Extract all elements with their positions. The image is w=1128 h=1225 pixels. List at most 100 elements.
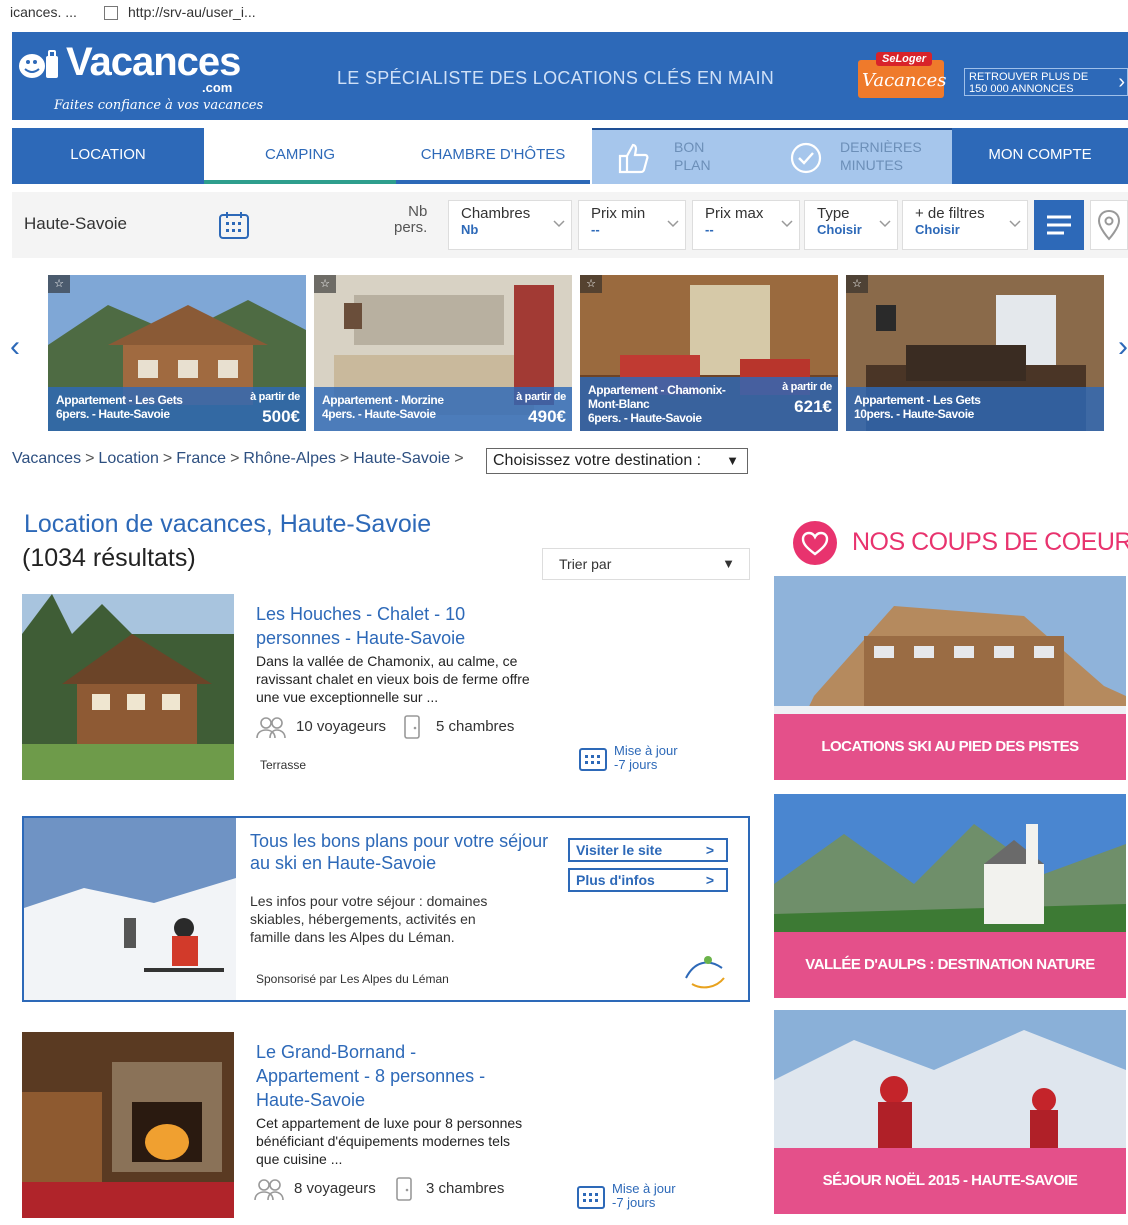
result-title-line: Haute-Savoie — [256, 1090, 366, 1110]
carousel-title-line: 10pers. - Haute-Savoie — [854, 407, 974, 421]
dropdown-arrow-icon: ▼ — [722, 556, 735, 571]
visit-site-button[interactable]: Visiter le site > — [568, 838, 728, 862]
favorite-star-icon[interactable]: ☆ — [580, 275, 602, 293]
tab-chambre-hotes[interactable]: CHAMBRE D'HÔTES — [396, 128, 590, 184]
result-title-line: Les Houches - Chalet - 10 — [256, 604, 466, 624]
badge-top: SeLoger — [876, 52, 933, 66]
header-slogan: LE SPÉCIALISTE DES LOCATIONS CLÉS EN MAI… — [337, 68, 775, 88]
sort-label: Trier par — [559, 556, 612, 572]
destination-select[interactable]: Choisissez votre destination : ▼ — [486, 448, 748, 474]
more-info-button[interactable]: Plus d'infos > — [568, 868, 728, 892]
carousel-card[interactable]: ☆ Appartement - Morzine 4pers. - Haute-Sa… — [314, 275, 572, 431]
update-info: Mise à jour -7 jours — [614, 744, 678, 772]
browser-tab-title[interactable]: icances. ... — [10, 4, 77, 20]
promo-label: LOCATIONS SKI AU PIED DES PISTES — [774, 714, 1126, 780]
filter-prix-max[interactable]: Prix max -- — [692, 200, 800, 250]
breadcrumb-france[interactable]: France — [176, 450, 226, 467]
more-listings-link[interactable]: RETROUVER PLUS DE 150 000 ANNONCES › — [964, 68, 1128, 96]
result-card[interactable]: Les Houches - Chalet - 10 personnes - Ha… — [22, 594, 752, 784]
travelers-count: 10 voyageurs — [296, 718, 387, 735]
result-title-line: Le Grand-Bornand - — [256, 1042, 417, 1062]
calendar-icon — [577, 1186, 605, 1209]
tab-dernieres-minutes[interactable]: DERNIÈRES MINUTES — [770, 128, 952, 184]
update-line: Mise à jour — [614, 743, 678, 758]
result-title[interactable]: Les Houches - Chalet - 10 personnes - Ha… — [256, 602, 465, 650]
more-info-label: Plus d'infos — [576, 872, 655, 888]
seloger-badge[interactable]: SeLoger Vacances — [858, 52, 946, 98]
browser-url[interactable]: http://srv-au/user_i... — [128, 4, 256, 20]
rooms-count: 5 chambres — [436, 718, 515, 735]
logo-domain: .com — [202, 80, 233, 95]
heart-icon — [793, 521, 837, 565]
sort-select[interactable]: Trier par ▼ — [542, 548, 750, 580]
tab-camping[interactable]: CAMPING — [204, 128, 396, 184]
carousel-card[interactable]: ☆ Appartement - Les Gets 10pers. - Haute-… — [846, 275, 1104, 431]
breadcrumb-haute-savoie[interactable]: Haute-Savoie — [353, 450, 450, 467]
promo-label: VALLÉE D'AULPS : DESTINATION NATURE — [774, 932, 1126, 998]
thumbs-up-icon — [618, 143, 649, 174]
price-from-label: à partir de — [250, 391, 300, 403]
breadcrumb-separator: > — [339, 450, 350, 467]
chevron-down-icon — [553, 220, 565, 228]
filter-more[interactable]: + de filtres Choisir — [902, 200, 1028, 250]
filter-type[interactable]: Type Choisir — [804, 200, 898, 250]
favorite-star-icon[interactable]: ☆ — [48, 275, 70, 293]
breadcrumb-location[interactable]: Location — [98, 450, 159, 467]
fireplace-photo — [22, 1032, 234, 1218]
price-value: 490€ — [528, 407, 566, 426]
skier-photo — [24, 818, 236, 1000]
carousel-title-line: Appartement - Les Gets — [854, 393, 981, 407]
travelers-field[interactable]: Nb pers. — [394, 204, 427, 236]
tab-location[interactable]: LOCATION — [12, 128, 204, 184]
price-value: 500€ — [262, 407, 300, 426]
chevron-right-icon: > — [705, 872, 714, 888]
door-icon — [396, 1177, 412, 1201]
breadcrumb-vacances[interactable]: Vacances — [12, 450, 81, 467]
promo-card[interactable]: LOCATIONS SKI AU PIED DES PISTES — [774, 576, 1126, 780]
sponsored-title[interactable]: Tous les bons plans pour votre séjour au… — [250, 830, 550, 874]
carousel-title: Appartement - Les Gets 6pers. - Haute-Sav… — [56, 393, 216, 421]
map-view-button[interactable] — [1090, 200, 1128, 250]
result-title-line: Appartement - 8 personnes - — [256, 1066, 486, 1086]
rooms-count: 3 chambres — [426, 1180, 505, 1197]
list-view-button[interactable] — [1034, 200, 1084, 250]
alpes-leman-logo-icon — [685, 956, 725, 989]
sponsored-by: Sponsorisé par Les Alpes du Léman — [256, 972, 449, 986]
calendar-icon[interactable] — [218, 210, 250, 240]
breadcrumb-separator: > — [230, 450, 240, 467]
carousel-card[interactable]: ☆ Appartement - Les Gets 6pers. - Haute-S… — [48, 275, 306, 431]
chalet-photo — [22, 594, 234, 780]
breadcrumb: Vacances > Location > France > Rhône-Alpes > Hau… — [12, 450, 468, 468]
carousel-caption: Appartement - Les Gets 10pers. - Haute-Sa… — [846, 387, 1104, 431]
breadcrumb-separator: > — [454, 450, 464, 467]
carousel-title: Appartement - Les Gets 10pers. - Haute-Sa… — [854, 393, 1014, 421]
favorite-star-icon[interactable]: ☆ — [314, 275, 336, 293]
tab-mon-compte[interactable]: MON COMPTE — [952, 128, 1128, 184]
destination-input[interactable]: Haute-Savoie — [24, 214, 127, 234]
promo-card[interactable]: VALLÉE D'AULPS : DESTINATION NATURE — [774, 794, 1126, 998]
search-bar: Haute-Savoie Nb pers. Chambres Nb Prix m… — [12, 192, 1128, 258]
promo-card[interactable]: SÉJOUR NOËL 2015 - HAUTE-SAVOIE — [774, 1010, 1126, 1214]
map-pin-icon — [1097, 209, 1121, 241]
filter-prix-min[interactable]: Prix min -- — [578, 200, 686, 250]
filter-chambres[interactable]: Chambres Nb — [448, 200, 572, 250]
breadcrumb-rhone-alpes[interactable]: Rhône-Alpes — [243, 450, 336, 467]
carousel-card[interactable]: ☆ Appartement - Chamonix- Mont-Blanc 6pers… — [580, 275, 838, 431]
sponsored-block: Tous les bons plans pour votre séjour au… — [22, 816, 750, 1002]
chevron-down-icon — [879, 220, 891, 228]
sponsored-description: Les infos pour votre séjour : domaines s… — [250, 893, 488, 945]
result-title[interactable]: Le Grand-Bornand - Appartement - 8 perso… — [256, 1040, 485, 1112]
carousel-next-icon[interactable]: › — [1118, 330, 1128, 364]
result-card[interactable]: Le Grand-Bornand - Appartement - 8 perso… — [22, 1032, 752, 1225]
tab-bon-plan[interactable]: BON PLAN — [592, 128, 770, 184]
browser-strip: icances. ... http://srv-au/user_i... — [0, 0, 1128, 30]
carousel-title-line: 6pers. - Haute-Savoie — [56, 407, 170, 421]
favorite-star-icon[interactable]: ☆ — [846, 275, 868, 293]
carousel-title-line: Appartement - Morzine — [322, 393, 444, 407]
calendar-icon — [579, 748, 607, 771]
check-circle-icon — [790, 142, 822, 174]
chevron-down-icon — [1009, 220, 1021, 228]
checkbox-icon[interactable] — [104, 6, 118, 20]
carousel-prev-icon[interactable]: ‹ — [10, 330, 20, 364]
site-header: Vacances .com Faites confiance à vos vac… — [12, 32, 1128, 120]
